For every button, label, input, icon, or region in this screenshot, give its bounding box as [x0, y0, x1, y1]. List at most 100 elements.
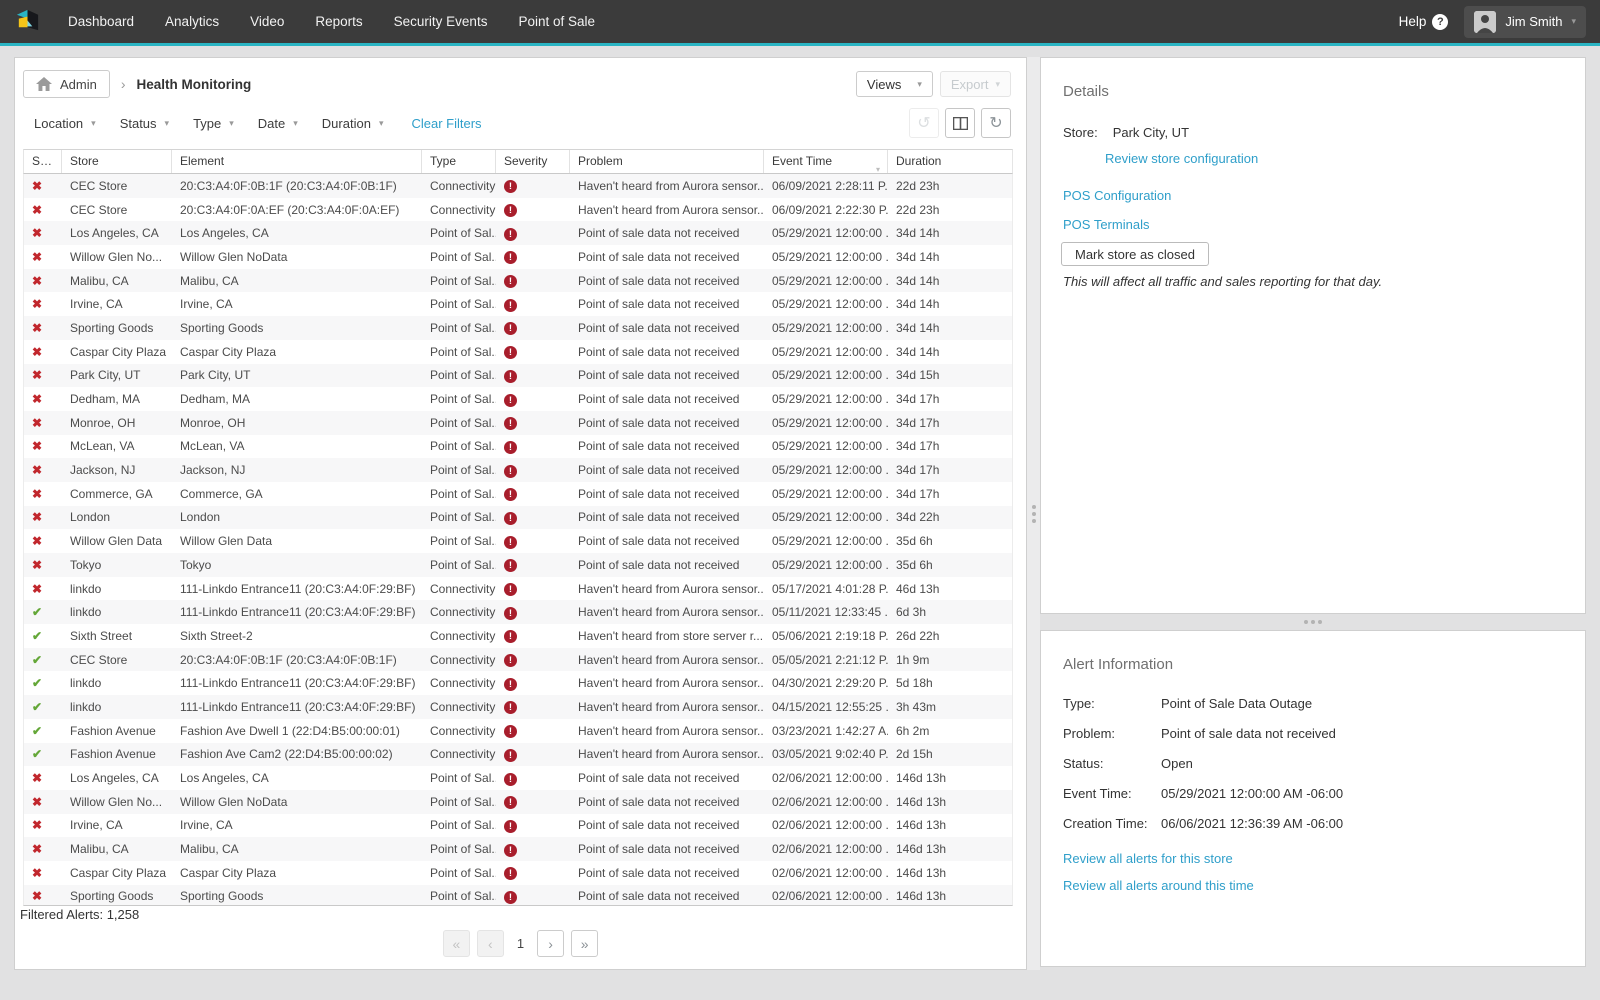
user-menu[interactable]: Jim Smith ▾ — [1464, 6, 1586, 38]
previous-page-button[interactable]: ‹ — [477, 930, 504, 957]
table-row[interactable]: ✔ Fashion Avenue Fashion Ave Cam2 (22:D4… — [24, 743, 1012, 767]
table-row[interactable]: ✖ Willow Glen Data Willow Glen Data Poin… — [24, 529, 1012, 553]
table-row[interactable]: ✖ Irvine, CA Irvine, CA Point of Sal... … — [24, 292, 1012, 316]
views-dropdown[interactable]: Views ▾ — [856, 71, 933, 97]
review-all-alerts-time-link[interactable]: Review all alerts around this time — [1063, 878, 1585, 893]
next-page-button[interactable]: › — [537, 930, 564, 957]
status-icon: ✖ — [32, 795, 42, 809]
pos-configuration-link[interactable]: POS Configuration — [1063, 188, 1585, 203]
table-row[interactable]: ✖ London London Point of Sal... ! Point … — [24, 506, 1012, 530]
table-row[interactable]: ✖ Willow Glen No... Willow Glen NoData P… — [24, 790, 1012, 814]
clear-filters-link[interactable]: Clear Filters — [411, 116, 481, 131]
cell-duration: 146d 13h — [888, 818, 1013, 832]
table-row[interactable]: ✖ Tokyo Tokyo Point of Sal... ! Point of… — [24, 553, 1012, 577]
cell-problem: Point of sale data not received — [570, 392, 764, 406]
table-row[interactable]: ✖ Jackson, NJ Jackson, NJ Point of Sal..… — [24, 458, 1012, 482]
table-row[interactable]: ✖ Malibu, CA Malibu, CA Point of Sal... … — [24, 837, 1012, 861]
table-row[interactable]: ✖ Commerce, GA Commerce, GA Point of Sal… — [24, 482, 1012, 506]
table-row[interactable]: ✖ Los Angeles, CA Los Angeles, CA Point … — [24, 766, 1012, 790]
nav-item-security-events[interactable]: Security Events — [394, 14, 488, 29]
filter-date[interactable]: Date ▾ — [258, 116, 298, 131]
table-row[interactable]: ✖ McLean, VA McLean, VA Point of Sal... … — [24, 435, 1012, 459]
views-label: Views — [867, 77, 901, 92]
cell-type: Connectivity — [422, 747, 496, 761]
pos-terminals-link[interactable]: POS Terminals — [1063, 217, 1585, 232]
table-row[interactable]: ✖ Malibu, CA Malibu, CA Point of Sal... … — [24, 269, 1012, 293]
table-row[interactable]: ✔ linkdo 111-Linkdo Entrance11 (20:C3:A4… — [24, 600, 1012, 624]
chevron-down-icon: ▾ — [1571, 17, 1576, 26]
panel-resize-handle-horizontal[interactable] — [1040, 614, 1586, 630]
filter-type[interactable]: Type ▾ — [193, 116, 234, 131]
chevron-down-icon: ▾ — [91, 119, 96, 128]
columns-button[interactable] — [945, 108, 975, 138]
severity-critical-icon: ! — [504, 441, 517, 454]
cell-duration: 22d 23h — [888, 203, 1013, 217]
col-header-event-time[interactable]: Event Time ▾ — [764, 150, 888, 173]
severity-critical-icon: ! — [504, 322, 517, 335]
table-row[interactable]: ✖ CEC Store 20:C3:A4:0F:0A:EF (20:C3:A4:… — [24, 198, 1012, 222]
export-dropdown[interactable]: Export ▾ — [940, 71, 1011, 97]
user-name: Jim Smith — [1505, 14, 1562, 29]
col-header-status[interactable]: Sta... — [24, 150, 62, 173]
breadcrumb-admin-button[interactable]: Admin — [23, 70, 110, 98]
cell-store: Fashion Avenue — [62, 747, 172, 761]
cell-problem: Point of sale data not received — [570, 321, 764, 335]
review-all-alerts-store-link[interactable]: Review all alerts for this store — [1063, 851, 1585, 866]
cell-duration: 34d 17h — [888, 487, 1013, 501]
table-row[interactable]: ✖ Caspar City Plaza Caspar City Plaza Po… — [24, 340, 1012, 364]
nav-menu: Dashboard Analytics Video Reports Securi… — [68, 14, 595, 29]
col-header-element[interactable]: Element — [172, 150, 422, 173]
last-page-button[interactable]: » — [571, 930, 598, 957]
table-row[interactable]: ✖ Los Angeles, CA Los Angeles, CA Point … — [24, 221, 1012, 245]
table-row[interactable]: ✖ Sporting Goods Sporting Goods Point of… — [24, 316, 1012, 340]
table-row[interactable]: ✔ Sixth Street Sixth Street-2 Connectivi… — [24, 624, 1012, 648]
col-header-duration[interactable]: Duration — [888, 150, 1014, 173]
first-page-button[interactable]: « — [443, 930, 470, 957]
help-button[interactable]: Help ? — [1399, 14, 1449, 30]
col-header-store[interactable]: Store — [62, 150, 172, 173]
mark-store-as-closed-button[interactable]: Mark store as closed — [1061, 242, 1209, 266]
table-row[interactable]: ✖ Park City, UT Park City, UT Point of S… — [24, 364, 1012, 388]
cell-element: Malibu, CA — [172, 274, 422, 288]
cell-problem: Haven't heard from Aurora sensor... — [570, 653, 764, 667]
severity-critical-icon: ! — [504, 678, 517, 691]
panel-resize-handle-vertical[interactable] — [1027, 57, 1040, 970]
table-row[interactable]: ✖ Willow Glen No... Willow Glen NoData P… — [24, 245, 1012, 269]
filter-location[interactable]: Location ▾ — [34, 116, 96, 131]
cell-duration: 26d 22h — [888, 629, 1013, 643]
table-row[interactable]: ✔ Fashion Avenue Fashion Ave Dwell 1 (22… — [24, 719, 1012, 743]
undo-button[interactable]: ↺ — [909, 108, 939, 138]
cell-store: linkdo — [62, 605, 172, 619]
refresh-button[interactable]: ↻ — [981, 108, 1011, 138]
col-header-problem[interactable]: Problem — [570, 150, 764, 173]
table-row[interactable]: ✖ linkdo 111-Linkdo Entrance11 (20:C3:A4… — [24, 577, 1012, 601]
table-row[interactable]: ✔ linkdo 111-Linkdo Entrance11 (20:C3:A4… — [24, 695, 1012, 719]
severity-critical-icon: ! — [504, 417, 517, 430]
alert-creation-time-value: 06/06/2021 12:36:39 AM -06:00 — [1161, 816, 1585, 831]
table-row[interactable]: ✔ CEC Store 20:C3:A4:0F:0B:1F (20:C3:A4:… — [24, 648, 1012, 672]
filter-status[interactable]: Status ▾ — [120, 116, 169, 131]
alert-information-panel: Alert Information Type: Point of Sale Da… — [1040, 630, 1586, 967]
nav-item-reports[interactable]: Reports — [315, 14, 362, 29]
table-row[interactable]: ✖ Caspar City Plaza Caspar City Plaza Po… — [24, 861, 1012, 885]
nav-item-video[interactable]: Video — [250, 14, 284, 29]
table-row[interactable]: ✖ Irvine, CA Irvine, CA Point of Sal... … — [24, 814, 1012, 838]
table-row[interactable]: ✖ Dedham, MA Dedham, MA Point of Sal... … — [24, 387, 1012, 411]
table-row[interactable]: ✖ Monroe, OH Monroe, OH Point of Sal... … — [24, 411, 1012, 435]
table-row[interactable]: ✔ linkdo 111-Linkdo Entrance11 (20:C3:A4… — [24, 671, 1012, 695]
chevron-right-icon: › — [121, 76, 126, 92]
cell-type: Point of Sal... — [422, 534, 496, 548]
filter-duration[interactable]: Duration ▾ — [322, 116, 384, 131]
nav-item-dashboard[interactable]: Dashboard — [68, 14, 134, 29]
table-row[interactable]: ✖ CEC Store 20:C3:A4:0F:0B:1F (20:C3:A4:… — [24, 174, 1012, 198]
status-icon: ✖ — [32, 534, 42, 548]
nav-item-point-of-sale[interactable]: Point of Sale — [518, 14, 595, 29]
col-header-severity[interactable]: Severity — [496, 150, 570, 173]
review-store-configuration-link[interactable]: Review store configuration — [1105, 151, 1585, 166]
cell-event-time: 02/06/2021 12:00:00 ... — [764, 889, 888, 903]
cell-element: 20:C3:A4:0F:0A:EF (20:C3:A4:0F:0A:EF) — [172, 203, 422, 217]
status-icon: ✖ — [32, 226, 42, 240]
nav-item-analytics[interactable]: Analytics — [165, 14, 219, 29]
col-header-type[interactable]: Type — [422, 150, 496, 173]
table-row[interactable]: ✖ Sporting Goods Sporting Goods Point of… — [24, 885, 1012, 906]
